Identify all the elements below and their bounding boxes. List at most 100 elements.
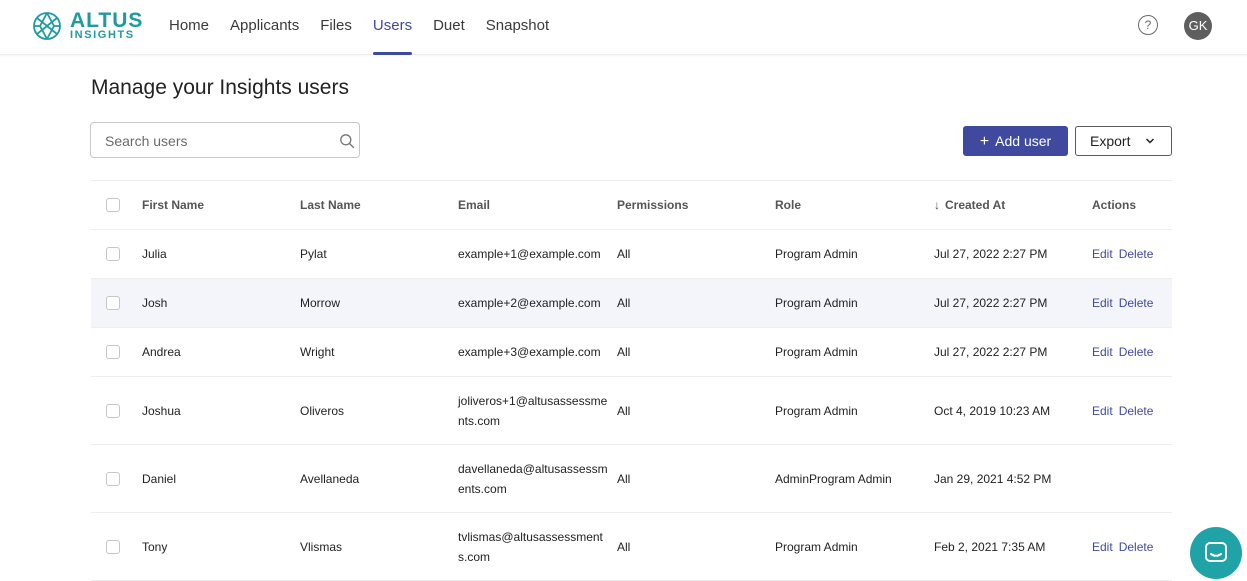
column-header-last-name[interactable]: Last Name — [300, 195, 361, 215]
column-header-role[interactable]: Role — [775, 195, 801, 215]
altus-insights-logo[interactable]: ALTUS INSIGHTS — [32, 9, 150, 43]
cell-created-at: Jul 27, 2022 2:27 PM — [934, 345, 1048, 359]
table-row: Joshua Oliveros joliveros+1@altusassessm… — [91, 377, 1172, 445]
cell-first-name: Tony — [142, 539, 168, 554]
cell-created-at: Jul 27, 2022 2:27 PM — [934, 247, 1048, 261]
delete-link[interactable]: Delete — [1119, 540, 1154, 554]
cell-created-at: Oct 4, 2019 10:23 AM — [934, 403, 1051, 418]
cell-role: Program Admin — [775, 247, 858, 261]
cell-role: Program Admin — [775, 296, 858, 310]
user-avatar[interactable]: GK — [1184, 12, 1212, 40]
table-row: Josh Morrow example+2@example.com All Pr… — [91, 279, 1172, 328]
column-header-permissions[interactable]: Permissions — [617, 195, 688, 215]
nav-users[interactable]: Users — [372, 0, 413, 55]
page-title: Manage your Insights users — [91, 76, 349, 99]
cell-role: Program Admin — [775, 539, 858, 554]
nav-snapshot[interactable]: Snapshot — [486, 0, 549, 54]
cell-actions: Edit Delete — [1092, 293, 1159, 313]
chevron-down-icon — [1145, 127, 1155, 167]
main-nav: Home Applicants Files Users Duet Snapsho… — [169, 0, 570, 55]
column-header-first-name[interactable]: First Name — [142, 195, 204, 215]
edit-link[interactable]: Edit — [1092, 540, 1113, 554]
cell-actions: Edit Delete — [1092, 342, 1159, 362]
table-row: Tony Vlismas tvlismas@altusassessments.c… — [91, 513, 1172, 581]
cell-email: davellaneda@altusassessments.com — [458, 461, 608, 496]
row-checkbox[interactable] — [106, 247, 120, 261]
search-icon[interactable] — [339, 133, 355, 149]
delete-link[interactable]: Delete — [1119, 247, 1154, 261]
delete-link[interactable]: Delete — [1119, 404, 1154, 418]
cell-first-name: Daniel — [142, 471, 177, 486]
nav-home[interactable]: Home — [169, 0, 209, 54]
cell-last-name: Avellaneda — [300, 471, 360, 486]
export-dropdown-button[interactable]: Export — [1075, 126, 1172, 156]
cell-email: tvlismas@altusassessments.com — [458, 529, 603, 564]
row-checkbox[interactable] — [106, 403, 120, 418]
cell-email: example+1@example.com — [458, 247, 601, 261]
cell-permissions: All — [617, 403, 631, 418]
cell-role: Program Admin — [775, 403, 858, 418]
cell-last-name: Vlismas — [300, 539, 343, 554]
nav-files[interactable]: Files — [320, 0, 352, 54]
column-header-email[interactable]: Email — [458, 195, 610, 215]
cell-first-name: Andrea — [142, 345, 181, 359]
row-checkbox[interactable] — [106, 345, 120, 359]
export-label: Export — [1090, 133, 1131, 149]
edit-link[interactable]: Edit — [1092, 247, 1113, 261]
row-checkbox[interactable] — [106, 471, 120, 486]
cell-created-at: Jan 29, 2021 4:52 PM — [934, 471, 1052, 486]
cell-last-name: Pylat — [300, 247, 327, 261]
delete-link[interactable]: Delete — [1119, 345, 1154, 359]
help-icon[interactable]: ? — [1138, 15, 1158, 35]
chat-launcher-button[interactable] — [1190, 527, 1242, 579]
cell-created-at: Feb 2, 2021 7:35 AM — [934, 539, 1046, 554]
delete-link[interactable]: Delete — [1119, 296, 1154, 310]
table-row: Andrea Wright example+3@example.com All … — [91, 328, 1172, 377]
edit-link[interactable]: Edit — [1092, 404, 1113, 418]
cell-actions: Edit Delete — [1092, 537, 1159, 557]
table-row: Daniel Avellaneda davellaneda@altusasses… — [91, 445, 1172, 513]
select-all-checkbox[interactable] — [106, 198, 120, 212]
brand-subname: INSIGHTS — [70, 29, 135, 41]
cell-permissions: All — [617, 539, 631, 554]
cell-last-name: Morrow — [300, 296, 341, 310]
column-header-created-at[interactable]: ↓ Created At — [934, 195, 1005, 215]
row-checkbox[interactable] — [106, 539, 120, 554]
column-header-actions: Actions — [1092, 198, 1137, 212]
table-header-row: First Name Last Name Email Permissions R… — [91, 181, 1172, 230]
cell-first-name: Joshua — [142, 403, 181, 418]
cell-permissions: All — [617, 345, 631, 359]
altus-logo-icon — [33, 12, 61, 40]
search-input[interactable] — [103, 123, 327, 159]
cell-email: example+3@example.com — [458, 345, 601, 359]
cell-last-name: Oliveros — [300, 403, 345, 418]
add-user-button[interactable]: + Add user — [963, 126, 1068, 156]
cell-role: AdminProgram Admin — [775, 471, 892, 486]
created-at-label: Created At — [945, 198, 1006, 212]
nav-applicants[interactable]: Applicants — [230, 0, 299, 54]
nav-duet[interactable]: Duet — [433, 0, 465, 54]
edit-link[interactable]: Edit — [1092, 345, 1113, 359]
cell-created-at: Jul 27, 2022 2:27 PM — [934, 296, 1048, 310]
add-user-label: Add user — [995, 133, 1052, 149]
brand-name: ALTUS — [70, 9, 144, 32]
table-row: Julia Pylat example+1@example.com All Pr… — [91, 230, 1172, 279]
top-navigation-bar: ALTUS INSIGHTS Home Applicants Files Use… — [0, 0, 1247, 55]
search-box — [90, 122, 360, 159]
cell-last-name: Wright — [300, 345, 335, 359]
cell-permissions: All — [617, 247, 631, 261]
cell-permissions: All — [617, 471, 631, 486]
plus-icon: + — [979, 133, 990, 150]
cell-email: joliveros+1@altusassessments.com — [458, 393, 608, 428]
cell-email: example+2@example.com — [458, 296, 601, 310]
chat-bubble-icon — [1205, 542, 1227, 562]
cell-first-name: Julia — [142, 247, 167, 261]
edit-link[interactable]: Edit — [1092, 296, 1113, 310]
users-table: First Name Last Name Email Permissions R… — [91, 180, 1172, 581]
cell-first-name: Josh — [142, 296, 168, 310]
cell-role: Program Admin — [775, 345, 858, 359]
row-checkbox[interactable] — [106, 296, 120, 310]
cell-actions: Edit Delete — [1092, 401, 1159, 421]
cell-actions — [1092, 469, 1104, 489]
cell-permissions: All — [617, 296, 631, 310]
